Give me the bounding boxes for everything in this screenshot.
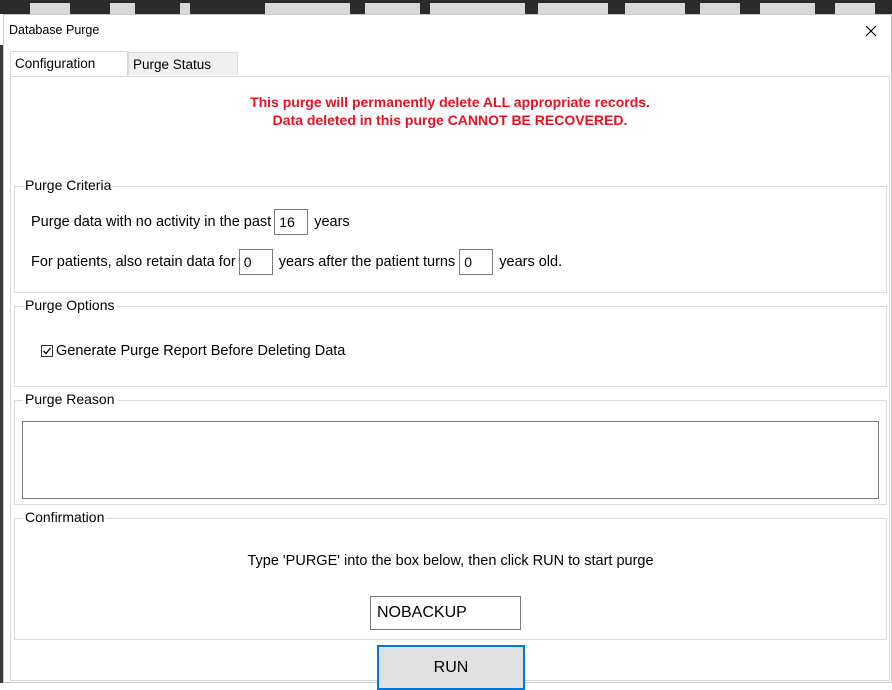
generate-report-label: Generate Purge Report Before Deleting Da… xyxy=(56,343,346,359)
close-icon xyxy=(865,25,877,36)
purge-warning: This purge will permanently delete ALL a… xyxy=(11,93,889,129)
generate-report-option[interactable]: Generate Purge Report Before Deleting Da… xyxy=(41,343,345,359)
close-button[interactable] xyxy=(851,15,891,46)
confirmation-group: Confirmation Type 'PURGE' into the box b… xyxy=(14,509,887,640)
checkmark-icon xyxy=(43,347,52,355)
tab-purge-status-label: Purge Status xyxy=(133,57,212,72)
retention-prefix-label: For patients, also retain data for xyxy=(31,254,236,270)
purge-criteria-title: Purge Criteria xyxy=(23,177,114,193)
activity-criteria-row: Purge data with no activity in the past … xyxy=(31,209,350,235)
patient-retention-row: For patients, also retain data for years… xyxy=(31,249,562,275)
purge-reason-group: Purge Reason xyxy=(14,391,887,505)
activity-suffix-label: years xyxy=(314,214,350,230)
purge-reason-textarea[interactable] xyxy=(22,421,879,499)
window-title: Database Purge xyxy=(9,23,100,37)
tab-configuration-label: Configuration xyxy=(15,56,96,71)
tab-configuration[interactable]: Configuration xyxy=(10,51,128,76)
purge-criteria-group: Purge Criteria Purge data with no activi… xyxy=(14,177,887,293)
title-bar: Database Purge xyxy=(4,15,891,46)
activity-prefix-label: Purge data with no activity in the past xyxy=(31,214,272,230)
retention-suffix-label: years old. xyxy=(499,254,563,270)
confirmation-title: Confirmation xyxy=(23,509,107,525)
warning-line-2: Data deleted in this purge CANNOT BE REC… xyxy=(272,112,628,128)
run-button[interactable]: RUN xyxy=(377,645,525,690)
purge-options-title: Purge Options xyxy=(23,297,117,313)
warning-line-1: This purge will permanently delete ALL a… xyxy=(250,94,650,110)
background-window-strip xyxy=(0,0,892,14)
inactivity-years-input[interactable] xyxy=(274,209,309,235)
purge-options-group: Purge Options Generate Purge Report Befo… xyxy=(14,297,887,387)
configuration-panel: This purge will permanently delete ALL a… xyxy=(10,76,890,690)
database-purge-dialog: Database Purge Configuration Purge Statu… xyxy=(3,14,892,690)
confirmation-instruction: Type 'PURGE' into the box below, then cl… xyxy=(247,553,654,569)
generate-report-checkbox[interactable] xyxy=(41,345,53,357)
patient-age-input[interactable] xyxy=(459,249,494,275)
purge-reason-title: Purge Reason xyxy=(23,391,117,407)
tab-purge-status[interactable]: Purge Status xyxy=(128,52,238,75)
retain-years-input[interactable] xyxy=(238,249,273,275)
retention-middle-label: years after the patient turns xyxy=(278,254,456,270)
confirmation-input[interactable] xyxy=(370,596,521,630)
